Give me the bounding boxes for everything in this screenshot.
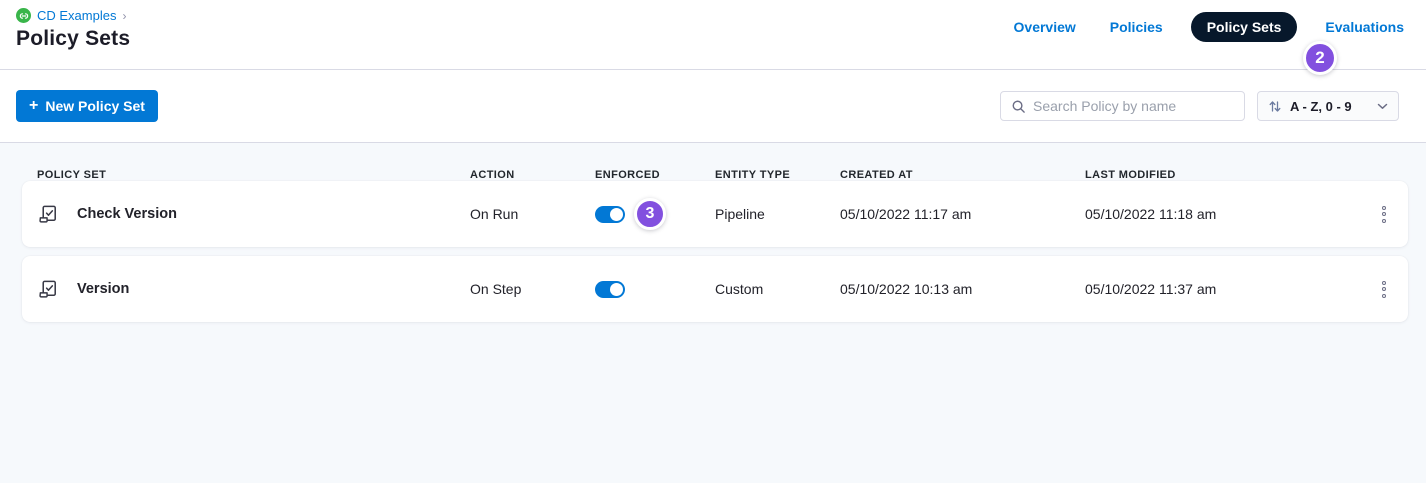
tab-evaluations[interactable]: Evaluations xyxy=(1325,19,1404,35)
search-icon xyxy=(1011,99,1026,114)
row-menu-kebab-icon[interactable] xyxy=(1372,277,1396,302)
table-header-row: POLICY SET ACTION ENFORCED ENTITY TYPE C… xyxy=(0,169,1408,181)
header-left: CD Examples › Policy Sets xyxy=(16,0,130,51)
search-input[interactable] xyxy=(1033,98,1234,114)
column-header-entity-type: ENTITY TYPE xyxy=(715,169,840,181)
tab-policies[interactable]: Policies xyxy=(1110,19,1163,35)
last-modified-cell: 05/10/2022 11:18 am xyxy=(1085,206,1360,222)
new-policy-set-button-label: New Policy Set xyxy=(45,98,145,114)
column-header-created-at: CREATED AT xyxy=(840,169,1085,181)
entity-type-cell: Custom xyxy=(715,281,840,297)
page-header: CD Examples › Policy Sets Overview Polic… xyxy=(0,0,1426,70)
annotation-badge-2: 2 xyxy=(1303,41,1337,75)
breadcrumb-project-link[interactable]: CD Examples xyxy=(37,8,116,23)
annotation-badge-3: 3 xyxy=(634,198,666,230)
sort-dropdown[interactable]: A - Z, 0 - 9 xyxy=(1257,91,1399,121)
new-policy-set-button[interactable]: + New Policy Set xyxy=(16,90,158,122)
enforced-cell xyxy=(595,281,715,298)
header-tabs: Overview Policies Policy Sets Evaluation… xyxy=(1014,0,1404,35)
table-row-version[interactable]: Version On Step Custom 05/10/2022 10:13 … xyxy=(22,256,1408,322)
breadcrumb-chevron-icon: › xyxy=(122,9,126,23)
row-menu-kebab-icon[interactable] xyxy=(1372,202,1396,227)
plus-icon: + xyxy=(29,98,38,114)
created-at-cell: 05/10/2022 10:13 am xyxy=(840,281,1085,297)
column-header-policy-set: POLICY SET xyxy=(37,169,470,181)
last-modified-cell: 05/10/2022 11:37 am xyxy=(1085,281,1360,297)
page-title: Policy Sets xyxy=(16,27,130,51)
table-row-check-version[interactable]: Check Version On Run 3 Pipeline 05/10/20… xyxy=(22,181,1408,247)
action-cell: On Step xyxy=(470,281,595,297)
policy-set-icon xyxy=(37,278,60,301)
column-header-enforced: ENFORCED xyxy=(595,169,715,181)
toolbar: + New Policy Set A - Z, 0 - 9 xyxy=(0,70,1426,143)
policy-set-icon xyxy=(37,203,60,226)
search-box[interactable] xyxy=(1000,91,1245,121)
column-header-last-modified: LAST MODIFIED xyxy=(1085,169,1360,181)
enforced-toggle[interactable] xyxy=(595,281,625,298)
breadcrumb: CD Examples › xyxy=(16,8,130,23)
sort-selected-value: A - Z, 0 - 9 xyxy=(1290,99,1369,114)
policy-sets-table: POLICY SET ACTION ENFORCED ENTITY TYPE C… xyxy=(0,143,1426,483)
enforced-cell: 3 xyxy=(595,198,715,230)
policy-set-name: Check Version xyxy=(77,206,177,222)
entity-type-cell: Pipeline xyxy=(715,206,840,222)
column-header-action: ACTION xyxy=(470,169,595,181)
sort-arrows-icon xyxy=(1268,99,1282,114)
toolbar-right: A - Z, 0 - 9 xyxy=(1000,91,1399,121)
tab-overview[interactable]: Overview xyxy=(1014,19,1076,35)
chevron-down-icon xyxy=(1377,103,1388,110)
cd-module-icon xyxy=(16,8,31,23)
created-at-cell: 05/10/2022 11:17 am xyxy=(840,206,1085,222)
policy-set-name: Version xyxy=(77,281,129,297)
enforced-toggle[interactable] xyxy=(595,206,625,223)
tab-policy-sets[interactable]: Policy Sets xyxy=(1191,12,1298,42)
action-cell: On Run xyxy=(470,206,595,222)
